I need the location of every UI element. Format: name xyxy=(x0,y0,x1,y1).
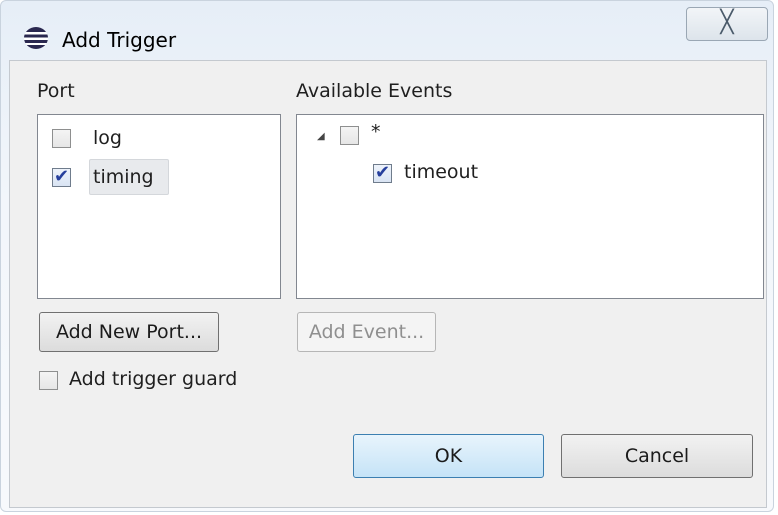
available-events-label: Available Events xyxy=(296,80,453,102)
title-bar[interactable]: Add Trigger ╳ xyxy=(1,1,773,59)
trigger-guard-label[interactable]: Add trigger guard xyxy=(69,368,237,390)
ok-button[interactable]: OK xyxy=(353,434,544,478)
port-label: Port xyxy=(37,80,75,102)
port-list[interactable]: log ✔ timing xyxy=(37,114,281,299)
port-timing-checkbox[interactable]: ✔ xyxy=(52,166,71,187)
window-title: Add Trigger xyxy=(62,28,177,52)
port-log-checkbox[interactable] xyxy=(52,129,71,148)
close-button[interactable]: ╳ xyxy=(686,7,768,41)
eclipse-app-icon xyxy=(24,27,48,49)
port-item-log[interactable]: log xyxy=(93,127,122,149)
event-root-label[interactable]: * xyxy=(371,121,381,143)
checkmark-icon: ✔ xyxy=(375,162,391,183)
add-event-button[interactable]: Add Event... xyxy=(297,312,436,352)
dialog-client-area: Port log ✔ timing Add New Port... Availa… xyxy=(9,60,767,508)
event-timeout-label[interactable]: timeout xyxy=(404,161,478,183)
event-root-checkbox[interactable] xyxy=(340,126,359,145)
close-icon: ╳ xyxy=(720,10,734,35)
trigger-guard-checkbox[interactable] xyxy=(39,371,58,390)
event-timeout-checkbox[interactable]: ✔ xyxy=(373,162,392,183)
port-item-timing[interactable]: timing xyxy=(93,166,154,188)
checkmark-icon: ✔ xyxy=(54,166,70,187)
add-new-port-button[interactable]: Add New Port... xyxy=(39,312,219,352)
dialog-window: Add Trigger ╳ Port log ✔ timing Add New … xyxy=(0,0,774,512)
expand-arrow-icon[interactable]: ◢ xyxy=(317,131,325,142)
events-tree[interactable]: ◢ * ✔ timeout xyxy=(296,114,764,299)
cancel-button[interactable]: Cancel xyxy=(561,434,753,478)
